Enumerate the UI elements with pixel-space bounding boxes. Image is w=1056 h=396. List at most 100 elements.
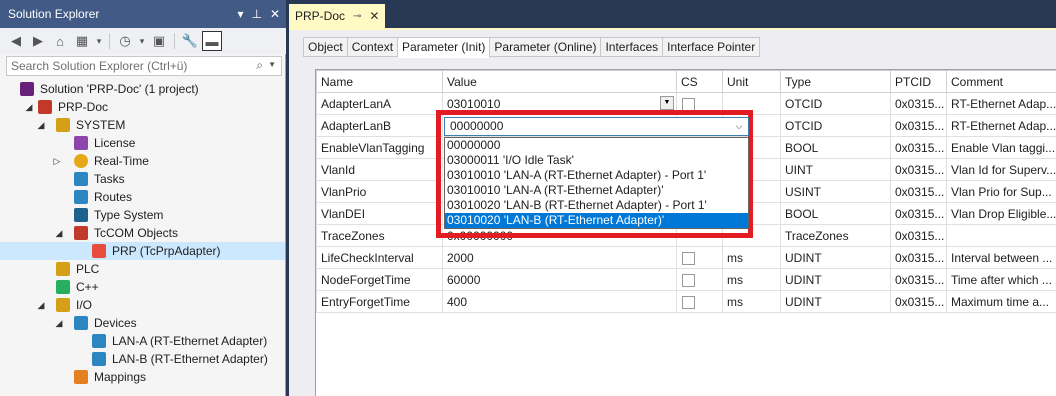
properties-wrench-icon[interactable]: 🔧 <box>180 31 200 51</box>
back-icon[interactable]: ◀ <box>6 31 26 51</box>
cell-value[interactable]: 60000 <box>442 268 677 291</box>
tree-item-label: TcCOM Objects <box>94 226 179 240</box>
tree-item-label: Mappings <box>94 370 147 384</box>
cs-checkbox[interactable] <box>682 251 695 265</box>
cell-unit: ms <box>722 246 781 269</box>
chevron-down-icon[interactable]: ▾ <box>94 31 104 51</box>
expand-arrow-icon[interactable]: ◢ <box>54 314 64 332</box>
pin-icon[interactable]: ⊸ <box>353 11 361 22</box>
tree-item-tccom-objects[interactable]: ◢ TcCOM Objects <box>0 224 285 242</box>
tree-item-system[interactable]: ◢ SYSTEM <box>0 116 285 134</box>
tab-parameter-online[interactable]: Parameter (Online) <box>490 37 602 57</box>
column-header-ptcid[interactable]: PTCID <box>890 70 947 93</box>
tab-interfaces[interactable]: Interfaces <box>601 37 664 57</box>
solution-tree: Solution 'PRP-Doc' (1 project) ◢ PRP-Doc… <box>0 80 285 386</box>
tree-item-plc[interactable]: PLC <box>0 260 285 278</box>
expand-arrow-icon[interactable]: ◢ <box>36 296 46 314</box>
column-header-unit[interactable]: Unit <box>722 70 781 93</box>
tree-item-mappings[interactable]: Mappings <box>0 368 285 386</box>
chevron-down-icon[interactable]: ⌵ <box>732 119 746 134</box>
switch-views-icon[interactable]: ▦ <box>72 31 92 51</box>
chevron-down-icon[interactable]: ▾ <box>137 31 147 51</box>
tree-item-label: Routes <box>94 190 133 204</box>
cell-type: UDINT <box>780 246 891 269</box>
chevron-down-icon[interactable]: ▼ <box>268 60 276 69</box>
dropdown-option[interactable]: 03000011 'I/O Idle Task' <box>445 153 748 168</box>
tree-item-prp-adapter[interactable]: PRP (TcPrpAdapter) <box>0 242 285 260</box>
tree-item-routes[interactable]: Routes <box>0 188 285 206</box>
dropdown-option[interactable]: 03010010 'LAN-A (RT-Ethernet Adapter)' <box>445 183 748 198</box>
window-position-dropdown-icon[interactable]: ▾ <box>237 0 243 28</box>
table-row[interactable]: NodeForgetTime 60000 ms UDINT 0x0315... … <box>316 268 1056 291</box>
tccom-icon <box>74 226 88 240</box>
tree-item-solution[interactable]: Solution 'PRP-Doc' (1 project) <box>0 80 285 98</box>
tree-item-realtime[interactable]: ▷ Real-Time <box>0 152 285 170</box>
column-header-cs[interactable]: CS <box>676 70 723 93</box>
cell-value: 03010010 <box>447 96 501 111</box>
solution-explorer-toolbar: ◀ ▶ ⌂ ▦ ▾ ◷ ▾ ▣ 🔧 ▬ <box>0 28 286 54</box>
tree-item-label: LAN-B (RT-Ethernet Adapter) <box>112 352 268 366</box>
cs-checkbox[interactable] <box>682 273 695 287</box>
expand-arrow-icon[interactable]: ◢ <box>24 98 34 116</box>
tree-item-label: Type System <box>94 208 164 222</box>
chevron-down-icon[interactable]: ▼ <box>660 96 674 110</box>
column-header-type[interactable]: Type <box>780 70 891 93</box>
search-input[interactable] <box>7 57 251 75</box>
expand-arrow-icon[interactable]: ◢ <box>36 116 46 134</box>
tree-item-label: C++ <box>76 280 99 294</box>
expand-arrow-icon[interactable]: ◢ <box>54 224 64 242</box>
cell-unit: ms <box>722 290 781 313</box>
cell-value[interactable]: 2000 <box>442 246 677 269</box>
tree-item-devices[interactable]: ◢ Devices <box>0 314 285 332</box>
cell-type: OTCID <box>780 92 891 115</box>
tab-parameter-init[interactable]: Parameter (Init) <box>398 37 491 58</box>
tree-item-project[interactable]: ◢ PRP-Doc <box>0 98 285 116</box>
close-icon[interactable]: ✕ <box>270 0 280 28</box>
search-icon[interactable]: ⌕ <box>256 58 263 73</box>
preview-selected-items-icon[interactable]: ▬ <box>202 31 222 51</box>
tab-context[interactable]: Context <box>347 37 399 57</box>
tree-item-lan-b[interactable]: LAN-B (RT-Ethernet Adapter) <box>0 350 285 368</box>
close-icon[interactable]: ✕ <box>369 9 379 23</box>
home-icon[interactable]: ⌂ <box>50 31 70 51</box>
tree-item-tasks[interactable]: Tasks <box>0 170 285 188</box>
adapter-lan-b-combo[interactable]: 00000000 ⌵ <box>444 117 749 136</box>
tree-item-cpp[interactable]: C++ <box>0 278 285 296</box>
column-header-comment[interactable]: Comment <box>946 70 1056 93</box>
cell-comment: Vlan Prio for Sup... <box>946 180 1056 203</box>
cell-ptcid: 0x0315... <box>890 246 947 269</box>
dropdown-option[interactable]: 00000000 <box>445 138 748 153</box>
cs-checkbox[interactable] <box>682 97 695 111</box>
cell-comment: Interval between ... <box>946 246 1056 269</box>
solution-explorer-title: Solution Explorer <box>8 7 100 21</box>
adapter-dropdown-list: 00000000 03000011 'I/O Idle Task' 030100… <box>444 137 749 229</box>
tree-item-io[interactable]: ◢ I/O <box>0 296 285 314</box>
table-row[interactable]: LifeCheckInterval 2000 ms UDINT 0x0315..… <box>316 246 1056 269</box>
column-header-name[interactable]: Name <box>316 70 443 93</box>
license-icon <box>74 136 88 150</box>
collapsed-arrow-icon[interactable]: ▷ <box>52 152 62 170</box>
tab-object[interactable]: Object <box>303 37 348 57</box>
tree-item-type-system[interactable]: Type System <box>0 206 285 224</box>
ethernet-adapter-icon <box>92 334 106 348</box>
dropdown-option[interactable]: 03010010 'LAN-A (RT-Ethernet Adapter) - … <box>445 168 748 183</box>
forward-icon[interactable]: ▶ <box>28 31 48 51</box>
history-icon[interactable]: ◷ <box>115 31 135 51</box>
tree-item-license[interactable]: License <box>0 134 285 152</box>
cell-ptcid: 0x0315... <box>890 136 947 159</box>
tab-interface-pointer[interactable]: Interface Pointer <box>663 37 761 57</box>
document-tab-prp-doc[interactable]: PRP-Doc ⊸ ✕ <box>289 4 385 28</box>
cs-checkbox[interactable] <box>682 295 695 309</box>
cell-value[interactable]: 400 <box>442 290 677 313</box>
cell-comment <box>946 224 1056 247</box>
table-row[interactable]: EntryForgetTime 400 ms UDINT 0x0315... M… <box>316 290 1056 313</box>
pin-icon[interactable]: ⊥ <box>251 0 261 28</box>
tree-item-lan-a[interactable]: LAN-A (RT-Ethernet Adapter) <box>0 332 285 350</box>
column-header-value[interactable]: Value <box>442 70 677 93</box>
collapse-all-icon[interactable]: ▣ <box>149 31 169 51</box>
solution-explorer-titlebar: Solution Explorer ▾ ⊥ ✕ <box>0 0 286 28</box>
cell-comment: Time after which ... <box>946 268 1056 291</box>
dropdown-option[interactable]: 03010020 'LAN-B (RT-Ethernet Adapter) - … <box>445 198 748 213</box>
dropdown-option-selected[interactable]: 03010020 'LAN-B (RT-Ethernet Adapter)' <box>445 213 748 228</box>
tree-item-label: I/O <box>76 298 93 312</box>
